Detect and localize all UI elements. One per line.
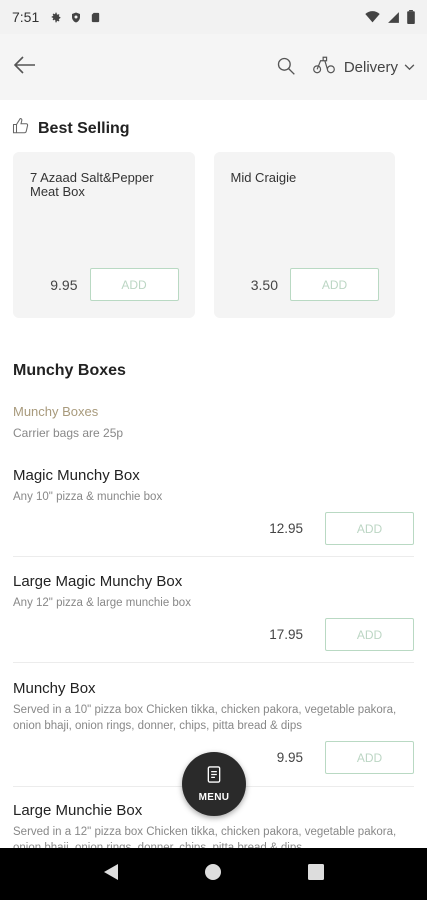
chevron-down-icon — [404, 58, 415, 76]
best-selling-list: 7 Azaad Salt&Pepper Meat Box 9.95 ADD Mi… — [0, 152, 427, 318]
best-selling-card[interactable]: 7 Azaad Salt&Pepper Meat Box 9.95 ADD — [13, 152, 195, 318]
shield-icon — [70, 11, 82, 24]
item-price: 17.95 — [269, 627, 303, 642]
menu-item[interactable]: Magic Munchy Box Any 10" pizza & munchie… — [0, 467, 427, 557]
item-description: Any 12" pizza & large munchie box — [13, 597, 191, 609]
delivery-mode-selector[interactable]: Delivery — [312, 55, 415, 80]
nav-recents-button[interactable] — [296, 854, 336, 894]
item-description: Served in a 12" pizza box Chicken tikka,… — [13, 826, 397, 848]
sd-card-icon — [90, 11, 101, 24]
nav-back-button[interactable] — [91, 854, 131, 894]
cell-signal-icon — [387, 11, 400, 24]
status-time: 7:51 — [12, 9, 40, 25]
nav-home-button[interactable] — [193, 854, 233, 894]
item-price: 9.95 — [276, 750, 303, 765]
menu-content[interactable]: Best Selling 7 Azaad Salt&Pepper Meat Bo… — [0, 100, 427, 848]
add-button[interactable]: ADD — [290, 268, 379, 301]
product-name: 7 Azaad Salt&Pepper Meat Box — [30, 170, 154, 199]
menu-label: MENU — [198, 791, 230, 803]
divider — [13, 662, 414, 663]
add-button[interactable]: ADD — [325, 512, 414, 545]
item-name: Large Munchie Box — [13, 802, 143, 819]
status-bar: 7:51 — [0, 0, 427, 34]
header-actions: Delivery — [276, 55, 415, 80]
add-button[interactable]: ADD — [89, 268, 179, 301]
back-button[interactable] — [12, 54, 38, 80]
product-price: 3.50 — [250, 277, 278, 293]
item-price: 12.95 — [269, 521, 303, 536]
triangle-back-icon — [103, 863, 119, 886]
arrow-left-icon — [13, 55, 37, 80]
category-note: Carrier bags are 25p — [13, 426, 124, 440]
category-name: Munchy Boxes — [13, 404, 99, 419]
battery-icon — [407, 10, 415, 24]
delivery-label: Delivery — [343, 58, 398, 76]
section-title: Munchy Boxes — [13, 362, 126, 379]
app-header: Delivery — [0, 34, 427, 100]
square-recents-icon — [307, 863, 324, 885]
add-button[interactable]: ADD — [325, 618, 414, 651]
product-name: Mid Craigie — [230, 170, 297, 185]
item-description: Any 10" pizza & munchie box — [13, 491, 163, 503]
circle-home-icon — [204, 863, 222, 886]
thumbs-up-icon — [12, 117, 30, 140]
system-nav-bar — [0, 848, 427, 900]
item-description: Served in a 10" pizza box Chicken tikka,… — [13, 704, 397, 732]
status-right-icons — [365, 10, 415, 24]
wifi-icon — [365, 11, 380, 23]
search-button[interactable] — [276, 56, 298, 78]
divider — [13, 556, 414, 557]
best-selling-title: Best Selling — [38, 119, 130, 137]
scooter-icon — [312, 55, 336, 80]
menu-button[interactable]: MENU — [182, 752, 246, 816]
status-left-icons — [49, 11, 101, 24]
best-selling-card[interactable]: Mid Craigie 3.50 ADD — [213, 152, 395, 318]
add-button[interactable]: ADD — [325, 741, 414, 774]
item-name: Magic Munchy Box — [13, 467, 140, 484]
settings-gear-icon — [49, 11, 62, 24]
document-icon — [207, 765, 221, 788]
best-selling-header: Best Selling — [0, 100, 427, 140]
menu-item[interactable]: Large Magic Munchy Box Any 12" pizza & l… — [0, 573, 427, 663]
item-name: Munchy Box — [13, 680, 96, 697]
search-icon — [276, 57, 296, 80]
product-price: 9.95 — [50, 277, 78, 293]
item-name: Large Magic Munchy Box — [13, 573, 183, 590]
